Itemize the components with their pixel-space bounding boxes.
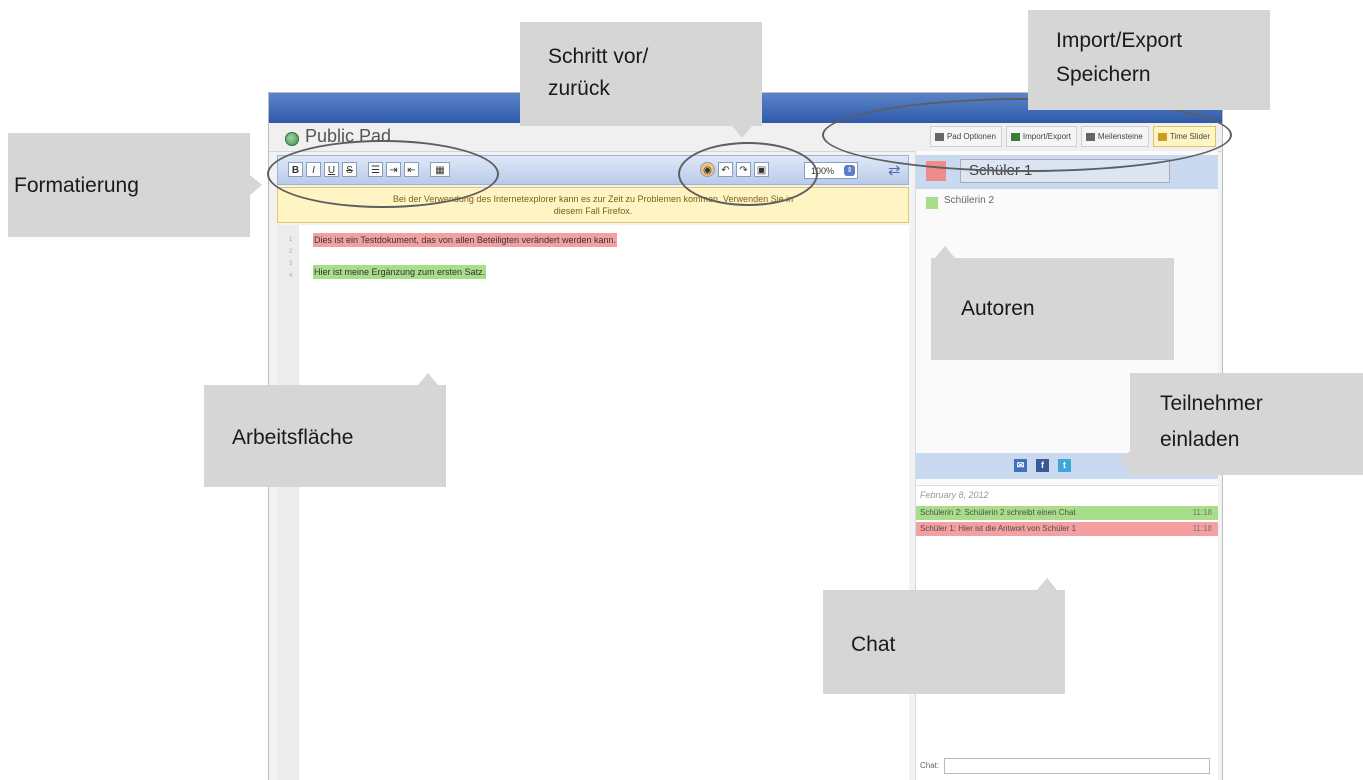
line-number: 4 <box>289 273 293 279</box>
chat-input[interactable] <box>944 758 1210 774</box>
line-number: 2 <box>289 249 293 255</box>
author-list-item: Schülerin 2 <box>916 191 1218 213</box>
callout-pointer <box>250 175 262 195</box>
callout-text-line2: einladen <box>1160 428 1240 451</box>
line-number: 3 <box>289 261 293 267</box>
facebook-icon[interactable]: f <box>1036 459 1049 472</box>
callout-text: Autoren <box>961 297 1035 320</box>
editor-line[interactable]: Dies ist ein Testdokument, das von allen… <box>313 233 618 247</box>
callout-pointer <box>935 246 955 258</box>
callout-schritt: Schritt vor/ zurück <box>520 22 762 138</box>
callout-text: Chat <box>851 633 896 656</box>
twitter-icon[interactable]: t <box>1058 459 1071 472</box>
globe-icon <box>285 132 299 146</box>
chat-message-time: 11:18 <box>1192 524 1212 533</box>
callout-arbeitsflaeche: Arbeitsfläche <box>204 373 446 487</box>
callout-pointer <box>1037 578 1057 590</box>
chat-input-label: Chat: <box>920 761 940 770</box>
callout-text: Arbeitsfläche <box>232 426 354 449</box>
callout-pointer <box>1118 451 1130 471</box>
callout-text-line1: Schritt vor/ <box>548 45 649 68</box>
callout-pointer <box>418 373 438 385</box>
chat-message-text: Schülerin 2: Schülerin 2 schreibt einen … <box>920 508 1076 517</box>
line-number-gutter: 1 2 3 4 <box>277 225 300 780</box>
line-number: 1 <box>289 237 293 243</box>
callout-formatierung: Formatierung <box>8 133 262 237</box>
undo-redo-highlight-ellipse <box>678 142 818 206</box>
callout-teilnehmer: Teilnehmer einladen <box>1118 373 1363 475</box>
editor-workspace[interactable]: Dies ist ein Testdokument, das von allen… <box>299 225 909 780</box>
callout-autoren: Autoren <box>931 246 1174 360</box>
callout-pointer <box>732 126 752 138</box>
chevron-updown-icon: ⇕ <box>844 165 855 176</box>
chat-message-text: Schüler 1: Hier ist die Antwort von Schü… <box>920 524 1077 533</box>
callout-text-line2: zurück <box>548 77 610 100</box>
author-color-swatch <box>926 197 938 209</box>
editor-line[interactable]: Hier ist meine Ergänzung zum ersten Satz… <box>313 265 487 279</box>
chat-message: Schüler 1: Hier ist die Antwort von Schü… <box>916 522 1218 536</box>
author-name: Schülerin 2 <box>944 195 995 206</box>
callout-import-export: Import/Export Speichern <box>1028 10 1270 110</box>
chat-date: February 8, 2012 <box>920 490 989 500</box>
callout-text-line2: Speichern <box>1056 63 1151 86</box>
email-icon[interactable]: ✉ <box>1014 459 1027 472</box>
callout-chat: Chat <box>823 578 1065 694</box>
callout-text-line1: Teilnehmer <box>1160 392 1263 415</box>
chat-input-row: Chat: <box>920 758 1214 776</box>
formatting-highlight-ellipse <box>267 140 499 208</box>
callout-text: Formatierung <box>14 174 139 197</box>
chat-message: Schülerin 2: Schülerin 2 schreibt einen … <box>916 506 1218 520</box>
chat-message-time: 11:18 <box>1192 508 1212 517</box>
callout-text-line1: Import/Export <box>1056 29 1183 52</box>
